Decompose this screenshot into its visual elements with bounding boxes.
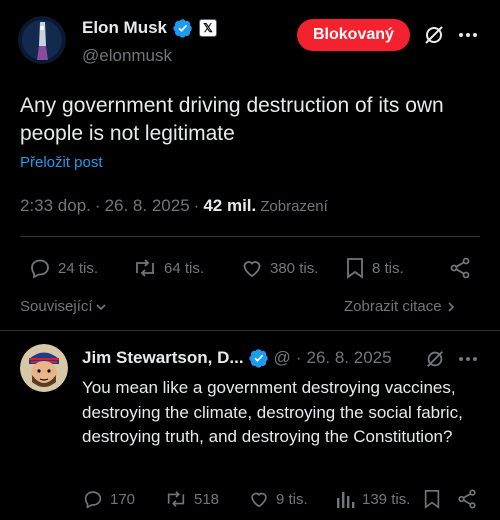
quotes-link[interactable]: Zobrazit citace [344,298,456,315]
chevron-down-icon [95,303,106,310]
post-text: Any government driving destruction of it… [20,94,444,145]
reply-reply-button[interactable]: 170 [82,488,135,510]
repost-count: 64 tis. [164,259,205,277]
views-count: 42 mil. [203,196,257,215]
meta-separator: · [295,348,302,367]
translate-link[interactable]: Přeložit post [20,154,103,171]
reply-reply-count: 170 [110,490,136,508]
reply-author-name[interactable]: Jim Stewartson, D... [82,348,244,368]
post-meta: 2:33 dop. · 26. 8. 2025 · 42 mil. Zobraz… [20,196,328,216]
related-label: Související [20,298,93,315]
reply-count: 24 tis. [58,259,99,277]
reply-verified-badge-icon[interactable] [248,348,269,368]
like-count: 380 tis. [270,259,319,277]
reply-views-button[interactable]: 139 tis. [336,488,410,510]
verified-badge-icon[interactable] [173,18,193,38]
divider [0,330,500,331]
divider [20,236,480,237]
repost-icon [167,491,185,507]
meta-separator: · [193,196,200,215]
bookmark-button[interactable]: 8 tis. [344,256,404,280]
blocked-button[interactable]: Blokovaný [297,19,410,51]
reply-icon [31,259,49,279]
meta-separator: · [94,196,101,215]
views-label: Zobrazení [260,198,328,215]
reply-like-count: 9 tis. [276,490,308,508]
reply-like-button[interactable]: 9 tis. [248,488,308,510]
share-icon[interactable] [448,256,472,280]
reply-header: Jim Stewartson, D... @ · 26. 8. 2025 [82,348,392,368]
bookmark-icon [347,258,363,279]
reply-date[interactable]: 26. 8. 2025 [306,348,391,368]
author-handle[interactable]: @elonmusk [82,46,172,66]
author-name[interactable]: Elon Musk [82,18,167,38]
grok-icon[interactable] [422,23,446,47]
reply-share-icon[interactable] [456,488,478,510]
reply-handle[interactable]: @ [274,348,291,368]
quotes-label: Zobrazit citace [344,298,442,315]
reply-text: You mean like a government destroying va… [82,378,463,446]
reply-avatar[interactable] [20,344,68,392]
related-link[interactable]: Související [20,298,107,315]
bookmark-count: 8 tis. [372,259,404,277]
reply-icon [84,491,102,509]
analytics-icon [337,492,355,508]
more-icon[interactable] [458,32,478,38]
reply-repost-button[interactable]: 518 [164,488,219,510]
author-name-row: Elon Musk 𝕏 [82,18,218,38]
reply-grok-icon[interactable] [424,348,446,370]
reply-repost-count: 518 [194,490,220,508]
repost-icon [136,259,154,277]
like-button[interactable]: 380 tis. [240,256,318,280]
post-date[interactable]: 26. 8. 2025 [105,196,190,216]
reply-views-count: 139 tis. [362,490,411,508]
like-icon [243,261,261,278]
author-avatar[interactable] [18,16,66,64]
reply-bookmark-icon[interactable] [422,488,442,510]
reply-more-icon[interactable] [458,356,478,362]
x-logo-icon[interactable]: 𝕏 [199,19,218,37]
like-icon [251,492,267,508]
post-time[interactable]: 2:33 dop. [20,196,91,216]
repost-button[interactable]: 64 tis. [132,256,204,280]
chevron-right-icon [447,301,454,312]
reply-button[interactable]: 24 tis. [28,256,98,280]
